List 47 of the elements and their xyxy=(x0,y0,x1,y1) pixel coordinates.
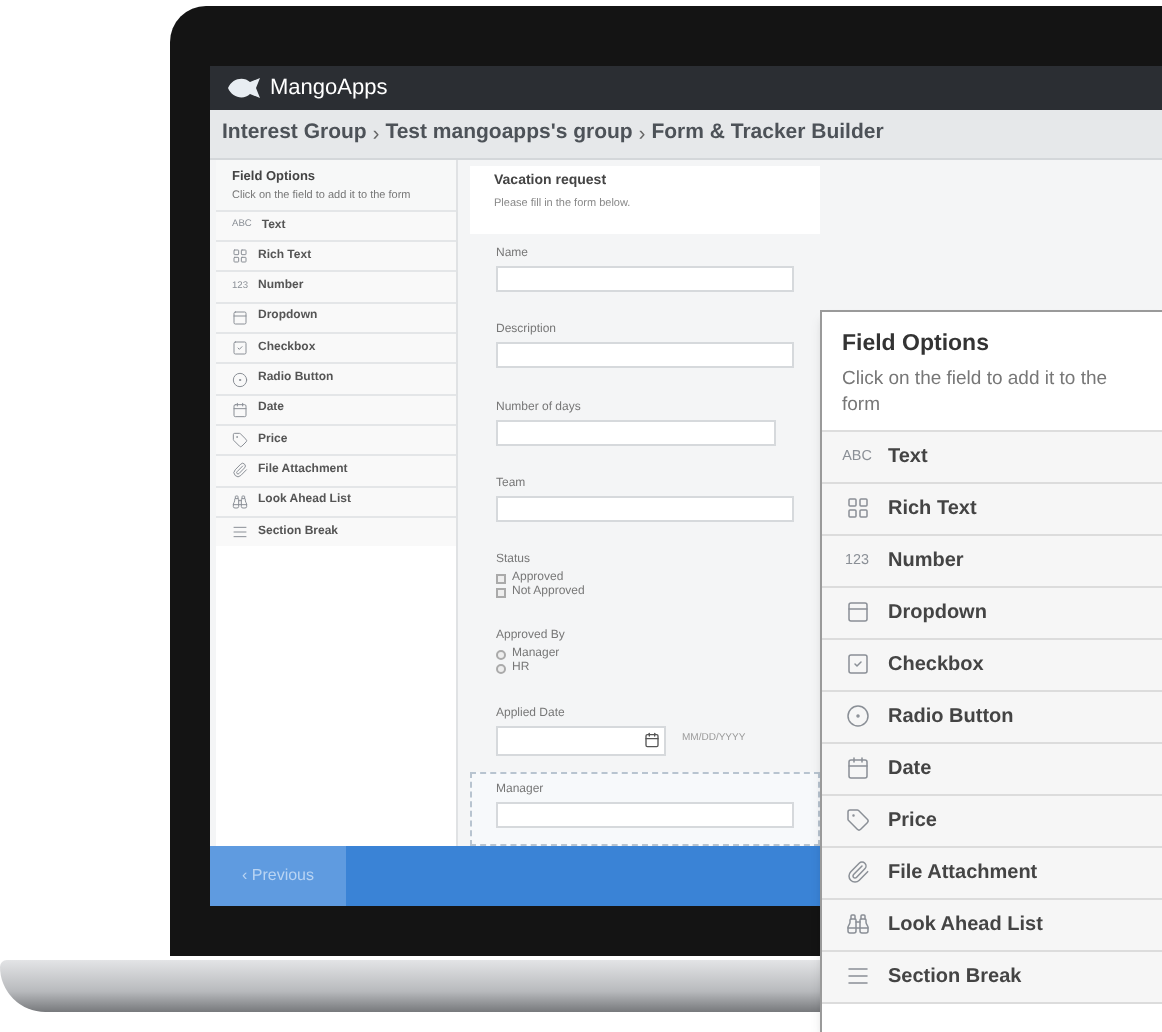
radio-icon xyxy=(232,371,248,388)
field-option[interactable]: File Attachment xyxy=(822,847,1162,900)
field-option[interactable]: Look Ahead List xyxy=(822,899,1162,952)
panel-hint: Click on the field to add it to the form xyxy=(842,368,1110,420)
lines-icon xyxy=(232,524,248,540)
window-icon xyxy=(232,309,248,326)
paperclip-icon xyxy=(232,462,248,479)
breadcrumb-link[interactable]: Interest Group xyxy=(222,118,367,150)
window-icon xyxy=(845,600,869,625)
text-input[interactable] xyxy=(496,342,794,369)
radio-button[interactable] xyxy=(496,663,506,674)
grid-icon xyxy=(232,248,248,265)
panel-title: Field Options xyxy=(842,330,991,360)
app-name: MangoApps xyxy=(270,73,388,104)
radio-icon xyxy=(845,704,869,729)
checkbox-icon xyxy=(232,340,248,357)
calendar-icon xyxy=(232,401,248,418)
radio-button[interactable] xyxy=(496,649,506,660)
tag-icon xyxy=(845,808,869,833)
logo-icon xyxy=(226,76,262,100)
breadcrumb-separator: › xyxy=(638,121,646,149)
text-input[interactable] xyxy=(496,801,794,828)
field-option[interactable]: Section Break xyxy=(822,951,1162,1004)
field-option[interactable]: Price xyxy=(822,795,1162,848)
breadcrumb-separator: › xyxy=(372,121,380,149)
field-option[interactable]: Rich Text xyxy=(822,483,1162,536)
text-input[interactable] xyxy=(496,266,794,293)
paperclip-icon xyxy=(845,860,869,885)
date-input[interactable] xyxy=(496,725,666,756)
checkbox[interactable] xyxy=(496,587,506,598)
breadcrumb-link[interactable]: Form & Tracker Builder xyxy=(651,118,884,150)
field-option[interactable]: Dropdown xyxy=(822,587,1162,640)
tag-icon xyxy=(232,432,248,449)
breadcrumb-link[interactable]: Test mangoapps's group xyxy=(385,118,633,150)
calendar-icon xyxy=(845,756,869,781)
grid-icon xyxy=(845,496,869,521)
calendar-icon[interactable] xyxy=(644,732,660,749)
lines-icon xyxy=(845,964,869,989)
field-option[interactable]: Date xyxy=(822,743,1162,796)
checkbox-icon xyxy=(845,652,869,677)
number-input[interactable] xyxy=(496,419,776,446)
field-option[interactable]: Checkbox xyxy=(822,639,1162,692)
checkbox[interactable] xyxy=(496,573,506,584)
text-input[interactable] xyxy=(496,495,794,522)
field-option[interactable]: Radio Button xyxy=(822,691,1162,744)
binoculars-icon xyxy=(232,493,248,510)
binoculars-icon xyxy=(845,912,869,937)
